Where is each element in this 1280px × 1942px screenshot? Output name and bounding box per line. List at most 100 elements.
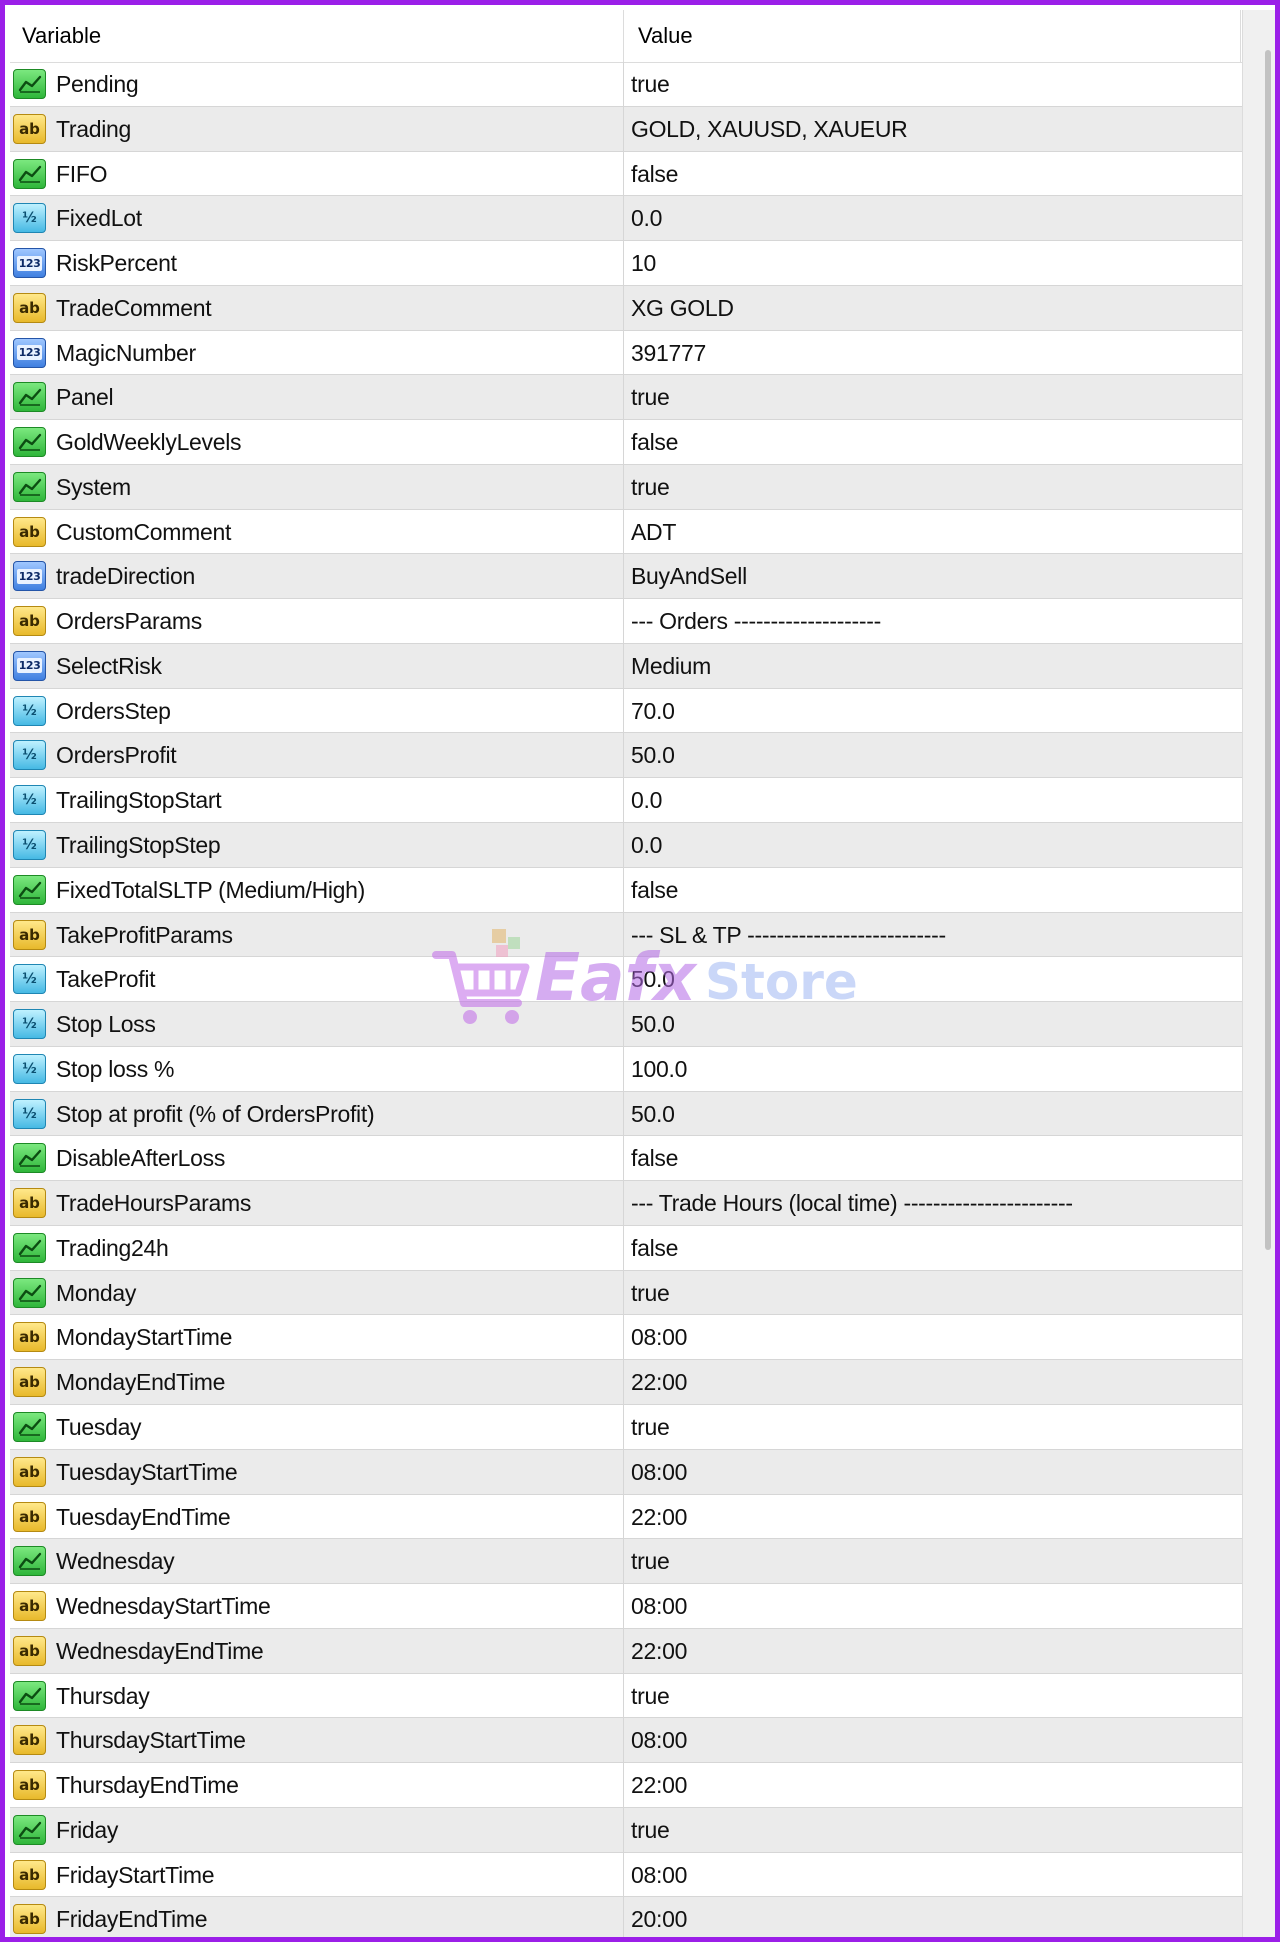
table-row[interactable]: ½ Stop loss % 100.0	[10, 1046, 1242, 1092]
variable-value[interactable]: false	[631, 1226, 678, 1270]
table-row[interactable]: FIFO false	[10, 151, 1242, 197]
table-row[interactable]: ab TakeProfitParams --- SL & TP ----------…	[10, 912, 1242, 958]
variable-value[interactable]: 100.0	[631, 1047, 687, 1091]
column-divider[interactable]	[623, 10, 624, 62]
variable-name: SelectRisk	[56, 652, 162, 679]
table-row[interactable]: System true	[10, 464, 1242, 510]
variable-value[interactable]: 22:00	[631, 1763, 687, 1807]
variable-value[interactable]: 22:00	[631, 1629, 687, 1673]
variable-value[interactable]: --- Orders --------------------	[631, 599, 881, 643]
variable-value[interactable]: true	[631, 1271, 670, 1315]
table-row[interactable]: Wednesday true	[10, 1539, 1242, 1585]
variable-value[interactable]: 70.0	[631, 689, 675, 733]
scrollbar-thumb[interactable]	[1265, 50, 1271, 1250]
variable-value[interactable]: 22:00	[631, 1495, 687, 1539]
variable-value[interactable]: 0.0	[631, 778, 662, 822]
bool-toggle-icon	[13, 471, 46, 502]
double-half-icon: ½	[13, 964, 46, 995]
table-row[interactable]: FixedTotalSLTP (Medium/High) false	[10, 867, 1242, 913]
variable-name: ThursdayStartTime	[56, 1727, 246, 1754]
table-row[interactable]: 123 tradeDirection BuyAndSell	[10, 554, 1242, 600]
variable-value[interactable]: true	[631, 1808, 670, 1852]
variable-name: TuesdayEndTime	[56, 1503, 231, 1530]
table-row[interactable]: GoldWeeklyLevels false	[10, 420, 1242, 465]
table-row[interactable]: ab TuesdayStartTime 08:00	[10, 1449, 1242, 1495]
variable-value[interactable]: 08:00	[631, 1853, 687, 1897]
variable-value[interactable]: false	[631, 868, 678, 912]
vertical-scrollbar[interactable]	[1242, 10, 1275, 1937]
variable-value[interactable]: 08:00	[631, 1450, 687, 1494]
table-row[interactable]: Panel true	[10, 375, 1242, 421]
column-header-value[interactable]: Value	[638, 10, 693, 62]
table-row[interactable]: ab TradeComment XG GOLD	[10, 285, 1242, 331]
table-row[interactable]: ½ TakeProfit 50.0	[10, 957, 1242, 1003]
variable-value[interactable]: true	[631, 1405, 670, 1449]
column-divider	[623, 643, 624, 688]
table-row[interactable]: ab ThursdayEndTime 22:00	[10, 1763, 1242, 1808]
table-row[interactable]: ab TuesdayEndTime 22:00	[10, 1494, 1242, 1540]
bool-toggle-icon	[13, 874, 46, 905]
table-row[interactable]: 123 RiskPercent 10	[10, 241, 1242, 286]
variable-value[interactable]: true	[631, 375, 670, 419]
variable-value[interactable]: --- SL & TP ---------------------------	[631, 913, 946, 957]
variable-value[interactable]: true	[631, 62, 670, 106]
integer-123-icon: 123	[13, 650, 46, 681]
table-row[interactable]: ab FridayStartTime 08:00	[10, 1852, 1242, 1898]
table-row[interactable]: Pending true	[10, 62, 1242, 107]
variable-value[interactable]: 50.0	[631, 957, 675, 1001]
table-row[interactable]: 123 SelectRisk Medium	[10, 643, 1242, 689]
table-row[interactable]: ab WednesdayEndTime 22:00	[10, 1628, 1242, 1674]
table-row[interactable]: ab Trading GOLD, XAUUSD, XAUEUR	[10, 106, 1242, 152]
table-row[interactable]: ab FridayEndTime 20:00	[10, 1897, 1242, 1937]
variable-value[interactable]: 20:00	[631, 1897, 687, 1937]
variable-value[interactable]: 50.0	[631, 1092, 675, 1136]
variable-value[interactable]: 50.0	[631, 733, 675, 777]
variable-value[interactable]: 0.0	[631, 196, 662, 240]
table-row[interactable]: ab OrdersParams --- Orders ---------------…	[10, 599, 1242, 644]
variable-value[interactable]: 391777	[631, 331, 706, 375]
table-row[interactable]: ½ OrdersStep 70.0	[10, 688, 1242, 734]
table-row[interactable]: 123 MagicNumber 391777	[10, 330, 1242, 376]
variable-value[interactable]: --- Trade Hours (local time) -----------…	[631, 1181, 1073, 1225]
table-row[interactable]: ½ TrailingStopStart 0.0	[10, 778, 1242, 824]
variable-value[interactable]: true	[631, 1539, 670, 1583]
variable-value[interactable]: 50.0	[631, 1002, 675, 1046]
variable-value[interactable]: ADT	[631, 510, 676, 554]
table-row[interactable]: ½ FixedLot 0.0	[10, 196, 1242, 242]
table-row[interactable]: ab ThursdayStartTime 08:00	[10, 1718, 1242, 1764]
table-row[interactable]: DisableAfterLoss false	[10, 1136, 1242, 1182]
table-row[interactable]: Monday true	[10, 1270, 1242, 1316]
variable-value[interactable]: false	[631, 420, 678, 464]
variable-value[interactable]: BuyAndSell	[631, 554, 747, 598]
variable-value[interactable]: 0.0	[631, 823, 662, 867]
column-header-variable[interactable]: Variable	[22, 10, 101, 62]
variable-value[interactable]: true	[631, 465, 670, 509]
variable-value[interactable]: false	[631, 152, 678, 196]
variable-value[interactable]: XG GOLD	[631, 286, 734, 330]
variable-value[interactable]: GOLD, XAUUSD, XAUEUR	[631, 107, 908, 151]
string-ab-icon: ab	[13, 1635, 46, 1666]
variable-value[interactable]: true	[631, 1674, 670, 1718]
variable-value[interactable]: 08:00	[631, 1718, 687, 1762]
variable-value[interactable]: 10	[631, 241, 656, 285]
variable-value[interactable]: 22:00	[631, 1360, 687, 1404]
table-row[interactable]: ab MondayStartTime 08:00	[10, 1315, 1242, 1361]
table-row[interactable]: Thursday true	[10, 1673, 1242, 1719]
table-row[interactable]: ab TradeHoursParams --- Trade Hours (local…	[10, 1181, 1242, 1226]
table-row[interactable]: Tuesday true	[10, 1404, 1242, 1450]
table-row[interactable]: Friday true	[10, 1807, 1242, 1853]
variable-value[interactable]: false	[631, 1136, 678, 1180]
table-row[interactable]: Trading24h false	[10, 1225, 1242, 1271]
variable-name: Stop loss %	[56, 1055, 175, 1082]
table-row[interactable]: ab MondayEndTime 22:00	[10, 1360, 1242, 1405]
variable-value[interactable]: Medium	[631, 644, 711, 688]
table-row[interactable]: ½ Stop at profit (% of OrdersProfit) 50.0	[10, 1091, 1242, 1137]
table-row[interactable]: ½ Stop Loss 50.0	[10, 1002, 1242, 1047]
table-row[interactable]: ab WednesdayStartTime 08:00	[10, 1584, 1242, 1629]
variable-value[interactable]: 08:00	[631, 1584, 687, 1628]
variable-value[interactable]: 08:00	[631, 1315, 687, 1359]
table-row[interactable]: ½ TrailingStopStep 0.0	[10, 823, 1242, 868]
table-row[interactable]: ab CustomComment ADT	[10, 509, 1242, 555]
table-row[interactable]: ½ OrdersProfit 50.0	[10, 733, 1242, 779]
column-divider	[623, 1270, 624, 1315]
